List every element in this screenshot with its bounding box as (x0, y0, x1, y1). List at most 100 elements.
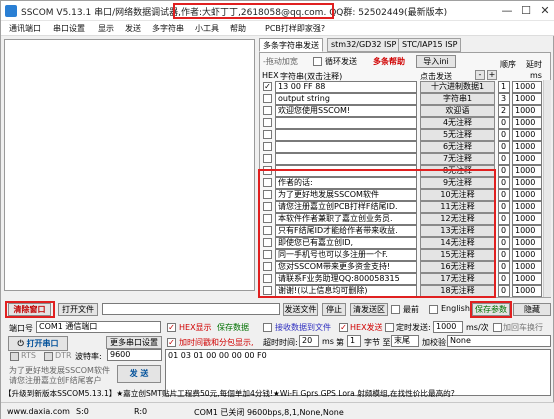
row-order-input[interactable]: 1 (498, 81, 510, 93)
send-file-button[interactable]: 发送文件 (283, 303, 318, 316)
byte-start-input[interactable]: 1 (347, 335, 361, 347)
row-order-input[interactable]: 0 (498, 225, 510, 237)
row-order-input[interactable]: 0 (498, 153, 510, 165)
row-send-button[interactable]: 字符串1 (420, 93, 495, 105)
menu-comm-port[interactable]: 通讯端口 (9, 23, 41, 34)
import-ini-button[interactable]: 导入ini (416, 55, 456, 68)
maximize-button[interactable]: ☐ (518, 4, 534, 18)
drag-widen-label[interactable]: -拖动加宽 (263, 56, 298, 67)
row-hex-checkbox[interactable] (263, 130, 272, 139)
timestamp-checkbox[interactable]: ✓ (167, 338, 176, 347)
row-hex-checkbox[interactable] (263, 154, 272, 163)
row-string-input[interactable] (275, 129, 417, 141)
timed-send-checkbox[interactable] (385, 323, 394, 332)
tab-stc-isp[interactable]: STC/IAP15 ISP (398, 38, 462, 52)
row-delay-input[interactable]: 1000 (512, 165, 542, 177)
menu-pcb[interactable]: PCB打样即家强? (265, 23, 325, 34)
verify-select[interactable]: None (447, 335, 551, 347)
stop-button[interactable]: 停止 (322, 303, 346, 316)
row-order-input[interactable]: 0 (498, 213, 510, 225)
row-delay-input[interactable]: 1000 (512, 105, 542, 117)
menu-tools[interactable]: 小工具 (195, 23, 219, 34)
status-site[interactable]: www.daxia.com (7, 407, 70, 416)
row-string-input[interactable]: 欢迎您使用SSCOM! (275, 105, 417, 117)
english-checkbox[interactable] (429, 305, 438, 314)
hex-display-checkbox[interactable]: ✓ (167, 323, 176, 332)
open-file-button[interactable]: 打开文件 (58, 303, 98, 316)
row-delay-input[interactable]: 1000 (512, 141, 542, 153)
row-delay-input[interactable]: 1000 (512, 213, 542, 225)
remove-row-button[interactable]: - (475, 70, 485, 80)
row-order-input[interactable]: 0 (498, 189, 510, 201)
row-string-input[interactable] (275, 153, 417, 165)
save-data-link[interactable]: 保存数据 (217, 322, 249, 333)
row-hex-checkbox[interactable] (263, 94, 272, 103)
row-send-button[interactable]: 4无注释 (420, 117, 495, 129)
row-send-button[interactable]: 6无注释 (420, 141, 495, 153)
help-link[interactable]: 多条帮助 (373, 56, 405, 67)
row-send-button[interactable]: 欢迎语 (420, 105, 495, 117)
add-row-button[interactable]: + (487, 70, 497, 80)
minimize-button[interactable]: — (499, 4, 515, 18)
file-path-input[interactable] (102, 303, 280, 315)
row-delay-input[interactable]: 1000 (512, 261, 542, 273)
always-on-top-checkbox[interactable] (391, 305, 400, 314)
row-hex-checkbox[interactable] (263, 142, 272, 151)
row-string-input[interactable] (275, 141, 417, 153)
row-delay-input[interactable]: 1000 (512, 189, 542, 201)
row-delay-input[interactable]: 1000 (512, 273, 542, 285)
menu-multi-string[interactable]: 多字符串 (152, 23, 184, 34)
dtr-checkbox[interactable] (44, 352, 53, 361)
open-port-button[interactable]: ⏻ 打开串口 (8, 336, 68, 351)
timeout-input[interactable]: 20 (299, 335, 319, 347)
clear-send-button[interactable]: 清发送区 (350, 303, 388, 316)
row-send-button[interactable]: 5无注释 (420, 129, 495, 141)
receive-textarea[interactable] (4, 39, 255, 291)
row-order-input[interactable]: 0 (498, 261, 510, 273)
add-enter-checkbox[interactable] (493, 323, 502, 332)
row-string-input[interactable]: 13 00 FF 88 (275, 81, 417, 93)
row-order-input[interactable]: 0 (498, 165, 510, 177)
row-order-input[interactable]: 0 (498, 177, 510, 189)
rts-checkbox[interactable] (10, 352, 19, 361)
row-delay-input[interactable]: 1000 (512, 117, 542, 129)
row-hex-checkbox[interactable]: ✓ (263, 82, 272, 91)
row-send-button[interactable]: 十六进制数据1 (420, 81, 495, 93)
recv-to-file-checkbox[interactable] (263, 323, 272, 332)
row-delay-input[interactable]: 1000 (512, 153, 542, 165)
interval-input[interactable]: 1000 (433, 321, 463, 333)
row-delay-input[interactable]: 1000 (512, 93, 542, 105)
more-settings-button[interactable]: 更多串口设置 (106, 336, 162, 349)
row-order-input[interactable]: 0 (498, 285, 510, 297)
port-select[interactable]: COM1 通信端口 (36, 321, 161, 333)
menu-display[interactable]: 显示 (98, 23, 114, 34)
row-delay-input[interactable]: 1000 (512, 285, 542, 297)
row-order-input[interactable]: 0 (498, 237, 510, 249)
byte-end-select[interactable]: 末尾 (391, 335, 419, 347)
menu-serial-settings[interactable]: 串口设置 (53, 23, 85, 34)
row-delay-input[interactable]: 1000 (512, 225, 542, 237)
ad-banner[interactable]: 【升级到新版本SSCOM5.13.1】★嘉立创SMT贴片工程费50元,每個单加4… (4, 388, 455, 399)
row-string-input[interactable] (275, 117, 417, 129)
hex-send-checkbox[interactable]: ✓ (339, 323, 348, 332)
menu-help[interactable]: 帮助 (230, 23, 246, 34)
row-send-button[interactable]: 7无注释 (420, 153, 495, 165)
row-delay-input[interactable]: 1000 (512, 81, 542, 93)
row-delay-input[interactable]: 1000 (512, 129, 542, 141)
row-delay-input[interactable]: 1000 (512, 249, 542, 261)
send-button[interactable]: 发 送 (117, 365, 161, 383)
loop-send-checkbox[interactable] (313, 57, 322, 66)
row-order-input[interactable]: 0 (498, 273, 510, 285)
row-order-input[interactable]: 0 (498, 249, 510, 261)
panel-scrollbar[interactable] (543, 80, 551, 297)
row-order-input[interactable]: 0 (498, 117, 510, 129)
close-button[interactable]: ✕ (537, 4, 553, 18)
baud-select[interactable]: 9600 (107, 349, 162, 361)
expand-button[interactable]: 隐藏 (513, 303, 551, 316)
row-hex-checkbox[interactable] (263, 118, 272, 127)
row-order-input[interactable]: 0 (498, 129, 510, 141)
row-delay-input[interactable]: 1000 (512, 177, 542, 189)
row-string-input[interactable]: output string (275, 93, 417, 105)
row-order-input[interactable]: 3 (498, 93, 510, 105)
tab-stm32-isp[interactable]: stm32/GD32 ISP (327, 38, 401, 52)
